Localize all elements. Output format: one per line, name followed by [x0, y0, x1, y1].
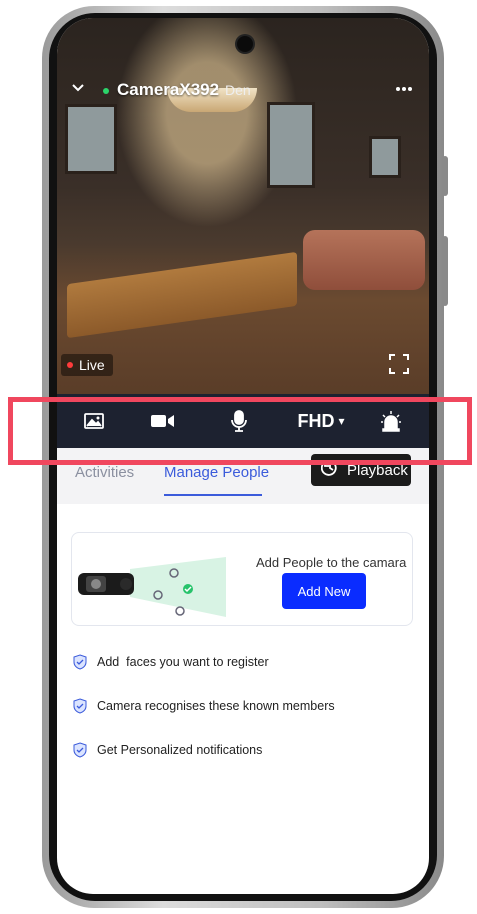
history-icon [320, 459, 339, 481]
quality-label: FHD [297, 410, 335, 431]
window [267, 102, 315, 188]
camera-name[interactable]: CameraX392 [117, 80, 219, 100]
microphone-icon[interactable] [227, 406, 251, 436]
title-separator: · [215, 80, 220, 96]
online-status-dot [103, 88, 109, 94]
playback-button[interactable]: Playback [311, 454, 411, 486]
more-horizontal-icon[interactable] [395, 76, 413, 97]
feature-text: Get Personalized notifications [97, 743, 263, 757]
power-button [442, 236, 448, 306]
couch [303, 230, 425, 290]
add-new-button[interactable]: Add New [282, 573, 366, 609]
feature-item: Camera recognises these known members [73, 698, 335, 714]
live-badge: Live [61, 354, 113, 376]
shield-check-icon [73, 698, 87, 714]
feature-item: Get Personalized notifications [73, 742, 262, 758]
feature-text: Add faces you want to register [97, 655, 269, 669]
siren-icon[interactable] [377, 406, 405, 436]
fullscreen-icon[interactable] [389, 354, 409, 374]
camera-control-bar: FHD ▾ [57, 394, 429, 448]
shield-check-icon [73, 742, 87, 758]
feature-text: Camera recognises these known members [97, 699, 335, 713]
playback-label: Playback [347, 461, 408, 479]
video-camera-icon[interactable] [149, 406, 177, 436]
quality-selector[interactable]: FHD ▾ [295, 406, 347, 436]
add-people-card: Add People to the camara Add New [71, 532, 413, 626]
camera-room: Den [225, 82, 251, 98]
chevron-down-icon[interactable] [71, 80, 85, 98]
live-dot [67, 362, 73, 368]
wall-frame [369, 136, 401, 178]
app-screen: CameraX392 · Den Live FHD ▾ Activities M… [57, 18, 429, 894]
volume-button [442, 156, 448, 196]
live-video-feed[interactable] [57, 18, 429, 394]
image-icon[interactable] [81, 406, 107, 436]
chevron-down-icon: ▾ [338, 414, 345, 428]
active-tab-indicator [164, 494, 262, 496]
tab-activities[interactable]: Activities [75, 464, 134, 481]
front-camera [237, 36, 253, 52]
live-label: Live [79, 357, 105, 373]
camera-illustration [78, 557, 226, 617]
feature-item: Add faces you want to register [73, 654, 269, 670]
wall-picture [65, 104, 117, 174]
card-title: Add People to the camara [256, 555, 407, 570]
wooden-table [67, 251, 297, 339]
tab-bar: Activities Manage People Playback [57, 448, 429, 504]
shield-check-icon [73, 654, 87, 670]
tab-manage-people[interactable]: Manage People [164, 464, 269, 481]
